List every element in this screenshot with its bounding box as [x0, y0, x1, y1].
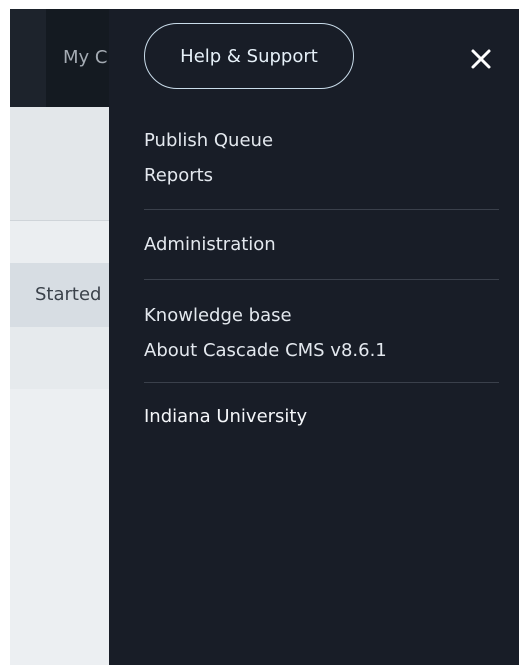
menu-item-publish-queue[interactable]: Publish Queue — [144, 130, 273, 151]
menu-item-indiana-university[interactable]: Indiana University — [144, 406, 307, 427]
menu-item-knowledge-base[interactable]: Knowledge base — [144, 305, 292, 326]
menu-item-about-cascade[interactable]: About Cascade CMS v8.6.1 — [144, 340, 387, 361]
menu-item-reports[interactable]: Reports — [144, 165, 213, 186]
menu-divider — [144, 209, 499, 210]
menu-item-administration[interactable]: Administration — [144, 234, 276, 255]
app-window: My C Started Help & Support Publish Queu… — [10, 9, 519, 665]
help-menu-panel: Help & Support Publish Queue Reports Adm… — [109, 9, 519, 665]
menu-divider — [144, 382, 499, 383]
nav-item-my-content-label: My C — [63, 47, 108, 68]
close-icon[interactable] — [467, 45, 495, 73]
row-status-label: Started — [35, 284, 102, 305]
menu-divider — [144, 279, 499, 280]
help-support-button[interactable]: Help & Support — [144, 23, 354, 89]
